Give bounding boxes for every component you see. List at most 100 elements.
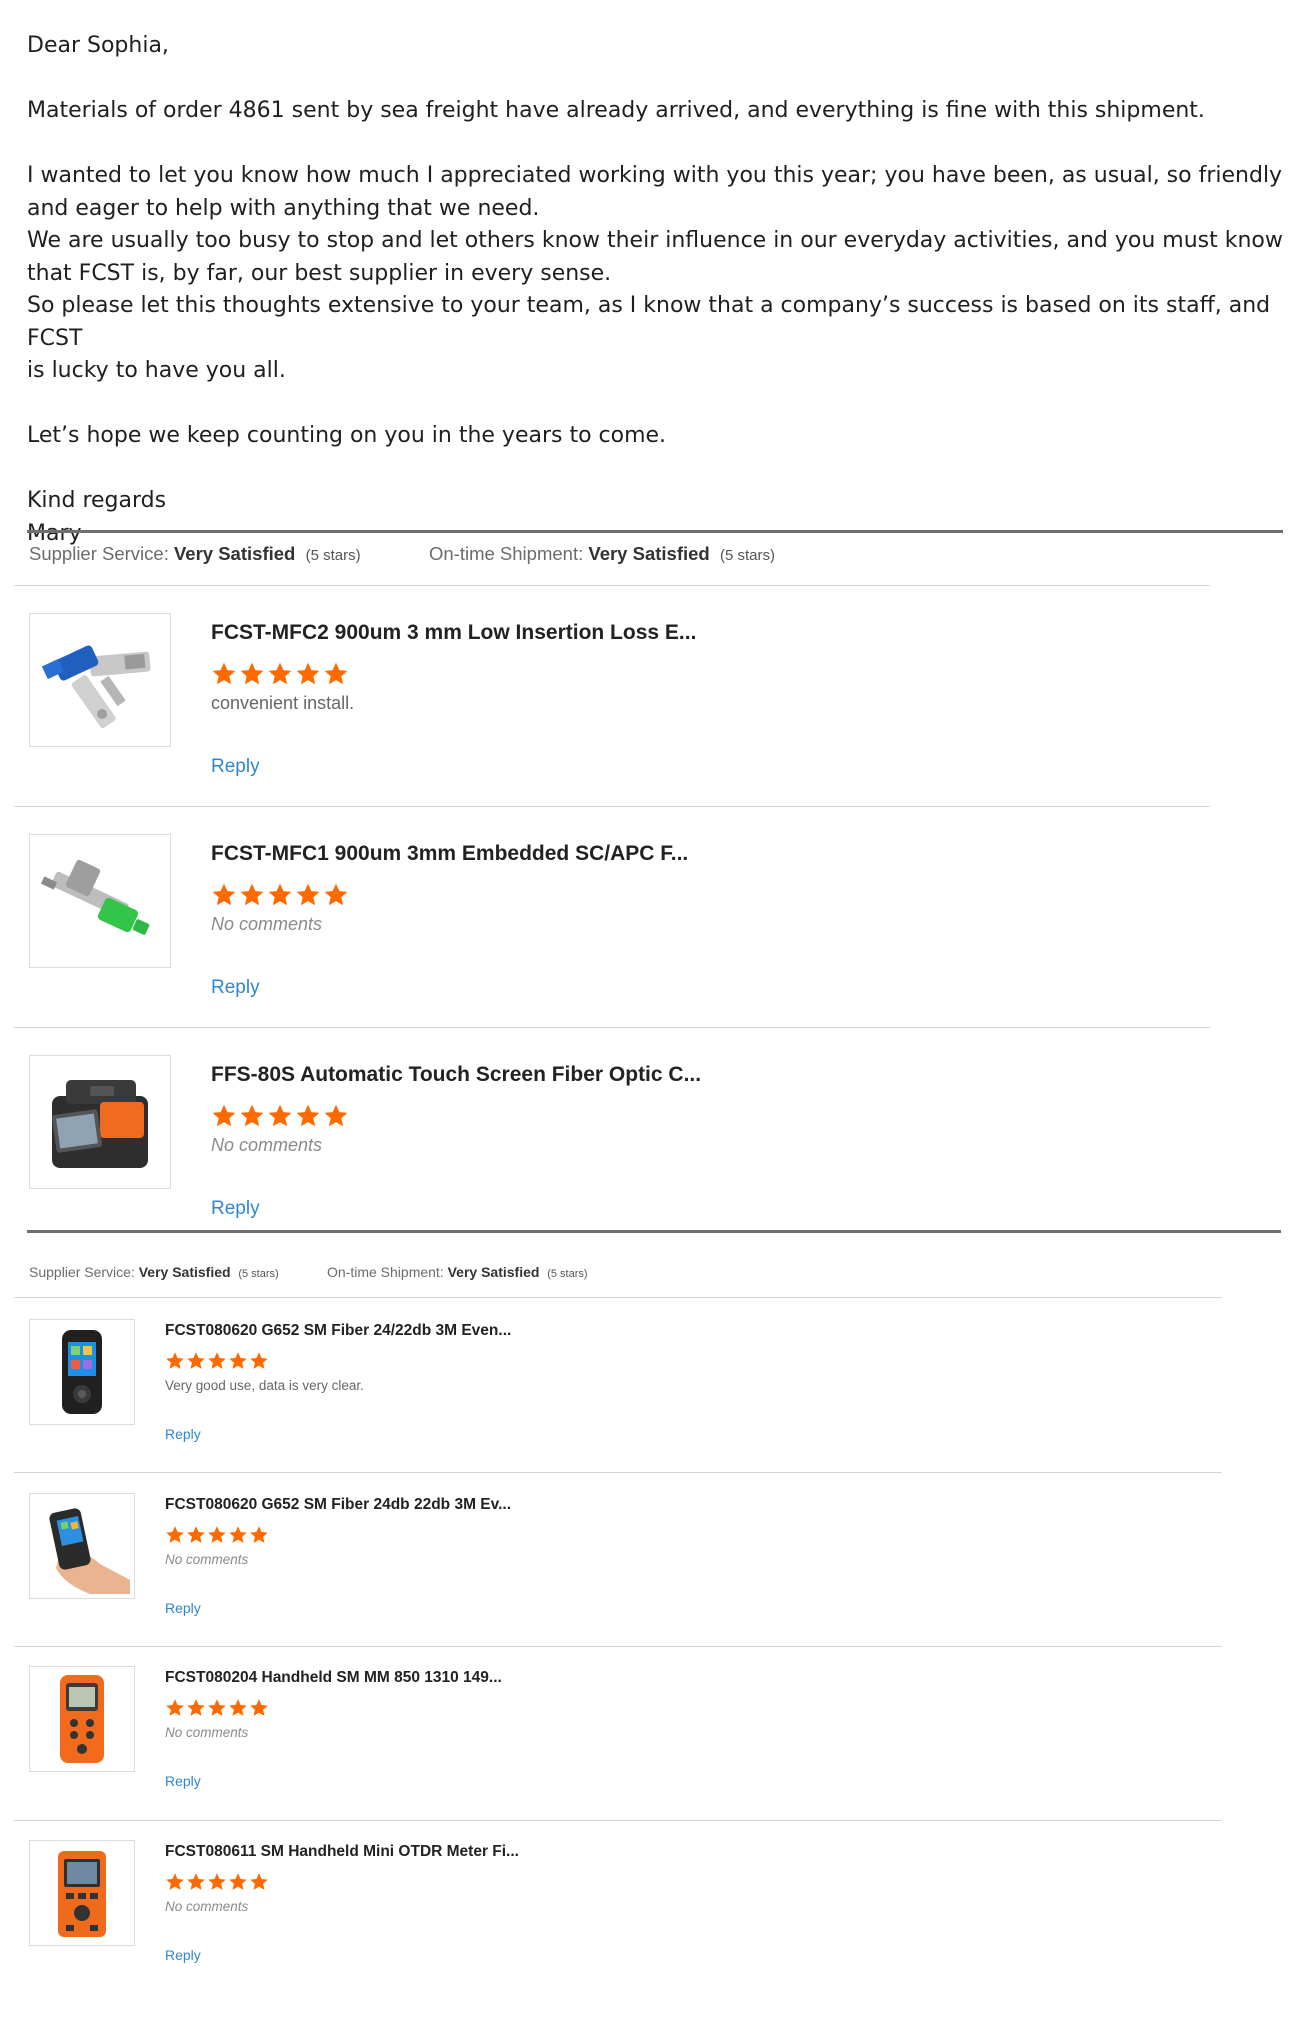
reply-link[interactable]: Reply <box>211 756 260 778</box>
product-title[interactable]: FCST080620 G652 SM Fiber 24db 22db 3M Ev… <box>165 1496 511 1514</box>
review-comment: convenient install. <box>211 693 355 713</box>
star-icon <box>208 1699 226 1716</box>
review-item: FFS-80S Automatic Touch Screen Fiber Opt… <box>14 1055 1210 1225</box>
review-item: FCST080620 G652 SM Fiber 24/22db 3M Even… <box>14 1319 1222 1459</box>
supplier-service-value: Very Satisfied <box>173 543 296 564</box>
product-thumbnail[interactable] <box>29 613 171 747</box>
green-fiber-connector-icon <box>40 859 150 935</box>
star-icon <box>324 1104 348 1127</box>
star-rating <box>165 1525 269 1545</box>
star-icon <box>268 662 292 685</box>
star-icon <box>268 1104 292 1127</box>
star-icon <box>229 1526 247 1543</box>
product-thumbnail[interactable] <box>29 834 171 968</box>
row-divider <box>14 1027 1210 1028</box>
review-comment: Very good use, data is very clear. <box>165 1378 364 1393</box>
supplier-service-label: Supplier Service: <box>29 543 169 564</box>
product-thumbnail[interactable] <box>29 1493 135 1599</box>
black-handheld-meter-icon <box>62 1330 102 1414</box>
paragraph-line: that FCST is, by far, our best supplier … <box>27 260 612 286</box>
row-divider <box>14 1472 1222 1473</box>
star-rating <box>211 1103 349 1129</box>
star-icon <box>324 662 348 685</box>
reply-link[interactable]: Reply <box>165 1947 201 1963</box>
paragraph-line: is lucky to have you all. <box>27 358 286 383</box>
section-divider <box>27 1230 1281 1233</box>
email-body: Dear Sophia, Materials of order 4861 sen… <box>27 30 1287 550</box>
supplier-service-stars: (5 stars) <box>238 1268 279 1280</box>
star-icon <box>187 1873 205 1890</box>
supplier-service-rating: Supplier Service: Very Satisfied (5 star… <box>29 543 361 565</box>
review-item: FCST-MFC1 900um 3mm Embedded SC/APC F...… <box>14 834 1210 1004</box>
review-item: FCST080611 SM Handheld Mini OTDR Meter F… <box>14 1840 1222 1980</box>
reply-link[interactable]: Reply <box>211 977 260 999</box>
fusion-splicer-icon <box>51 1080 148 1168</box>
supplier-service-rating: Supplier Service: Very Satisfied (5 star… <box>29 1264 279 1280</box>
star-icon <box>212 883 236 906</box>
on-time-shipment-rating: On-time Shipment: Very Satisfied (5 star… <box>327 1264 588 1280</box>
reply-link[interactable]: Reply <box>165 1773 201 1789</box>
row-divider <box>14 806 1210 807</box>
on-time-shipment-stars: (5 stars) <box>720 547 776 564</box>
row-divider <box>14 585 1210 586</box>
product-thumbnail[interactable] <box>29 1666 135 1772</box>
star-rating <box>211 882 349 908</box>
on-time-shipment-label: On-time Shipment: <box>327 1264 444 1280</box>
reply-link[interactable]: Reply <box>165 1426 201 1442</box>
star-icon <box>187 1526 205 1543</box>
star-icon <box>268 883 292 906</box>
product-thumbnail[interactable] <box>29 1840 135 1946</box>
row-divider <box>14 1297 1222 1298</box>
star-icon <box>166 1699 184 1716</box>
star-icon <box>166 1526 184 1543</box>
product-title[interactable]: FCST-MFC2 900um 3 mm Low Insertion Loss … <box>211 621 696 645</box>
star-icon <box>250 1873 268 1890</box>
greeting: Dear Sophia, <box>27 33 169 58</box>
row-divider <box>14 1646 1222 1647</box>
review-item: FCST-MFC2 900um 3 mm Low Insertion Loss … <box>14 613 1210 783</box>
section-divider <box>27 530 1283 533</box>
supplier-service-stars: (5 stars) <box>305 547 361 564</box>
on-time-shipment-value: Very Satisfied <box>588 543 710 564</box>
star-icon <box>240 662 264 685</box>
product-title[interactable]: FCST080620 G652 SM Fiber 24/22db 3M Even… <box>165 1322 511 1340</box>
on-time-shipment-label: On-time Shipment: <box>429 543 584 564</box>
star-icon <box>296 883 320 906</box>
star-icon <box>240 1104 264 1127</box>
star-icon <box>212 1104 236 1127</box>
star-icon <box>296 1104 320 1127</box>
supplier-service-value: Very Satisfied <box>138 1264 231 1280</box>
star-icon <box>166 1873 184 1890</box>
star-icon <box>250 1352 268 1369</box>
product-title[interactable]: FCST080611 SM Handheld Mini OTDR Meter F… <box>165 1843 519 1861</box>
star-icon <box>208 1526 226 1543</box>
reply-link[interactable]: Reply <box>165 1600 201 1616</box>
star-rating <box>165 1351 269 1371</box>
product-thumbnail[interactable] <box>29 1319 135 1425</box>
on-time-shipment-value: Very Satisfied <box>447 1264 540 1280</box>
rating-summary: Supplier Service: Very Satisfied (5 star… <box>29 543 929 567</box>
review-comment: No comments <box>165 1899 249 1914</box>
star-icon <box>229 1873 247 1890</box>
product-title[interactable]: FFS-80S Automatic Touch Screen Fiber Opt… <box>211 1063 701 1087</box>
review-item: FCST080204 Handheld SM MM 850 1310 149..… <box>14 1666 1222 1806</box>
on-time-shipment-stars: (5 stars) <box>547 1268 588 1280</box>
star-icon <box>166 1352 184 1369</box>
reply-link[interactable]: Reply <box>211 1198 260 1220</box>
star-icon <box>187 1352 205 1369</box>
star-icon <box>208 1352 226 1369</box>
paragraph-line: I wanted to let you know how much I appr… <box>27 163 1283 188</box>
star-icon <box>250 1699 268 1716</box>
star-icon <box>229 1699 247 1716</box>
star-rating <box>165 1698 269 1718</box>
product-title[interactable]: FCST080204 Handheld SM MM 850 1310 149..… <box>165 1669 502 1687</box>
review-comment: No comments <box>211 1135 323 1155</box>
star-icon <box>240 883 264 906</box>
product-thumbnail[interactable] <box>29 1055 171 1189</box>
product-title[interactable]: FCST-MFC1 900um 3mm Embedded SC/APC F... <box>211 842 688 866</box>
star-icon <box>229 1352 247 1369</box>
paragraph-shipment: Materials of order 4861 sent by sea frei… <box>27 98 1205 123</box>
supplier-service-label: Supplier Service: <box>29 1264 135 1280</box>
star-icon <box>187 1699 205 1716</box>
orange-otdr-meter-icon <box>58 1851 106 1937</box>
